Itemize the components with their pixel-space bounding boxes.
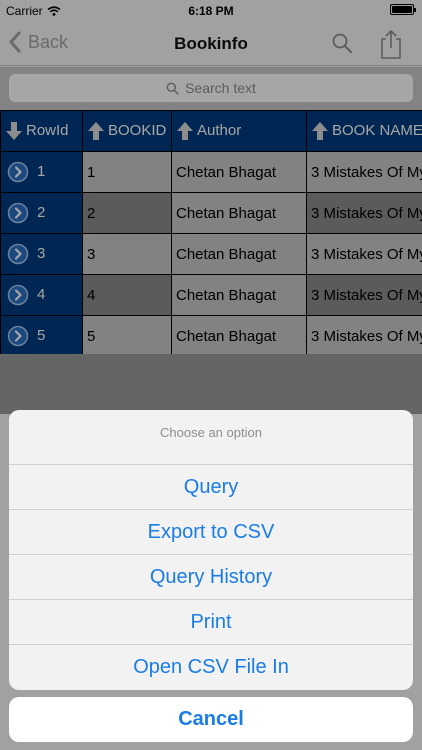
- query-button[interactable]: Query: [9, 465, 413, 510]
- action-sheet-title: Choose an option: [9, 410, 413, 465]
- export-csv-button[interactable]: Export to CSV: [9, 510, 413, 555]
- print-button[interactable]: Print: [9, 600, 413, 645]
- cancel-button[interactable]: Cancel: [9, 697, 413, 742]
- action-sheet: Choose an option Query Export to CSV Que…: [9, 410, 413, 690]
- open-csv-file-button[interactable]: Open CSV File In: [9, 645, 413, 690]
- query-history-button[interactable]: Query History: [9, 555, 413, 600]
